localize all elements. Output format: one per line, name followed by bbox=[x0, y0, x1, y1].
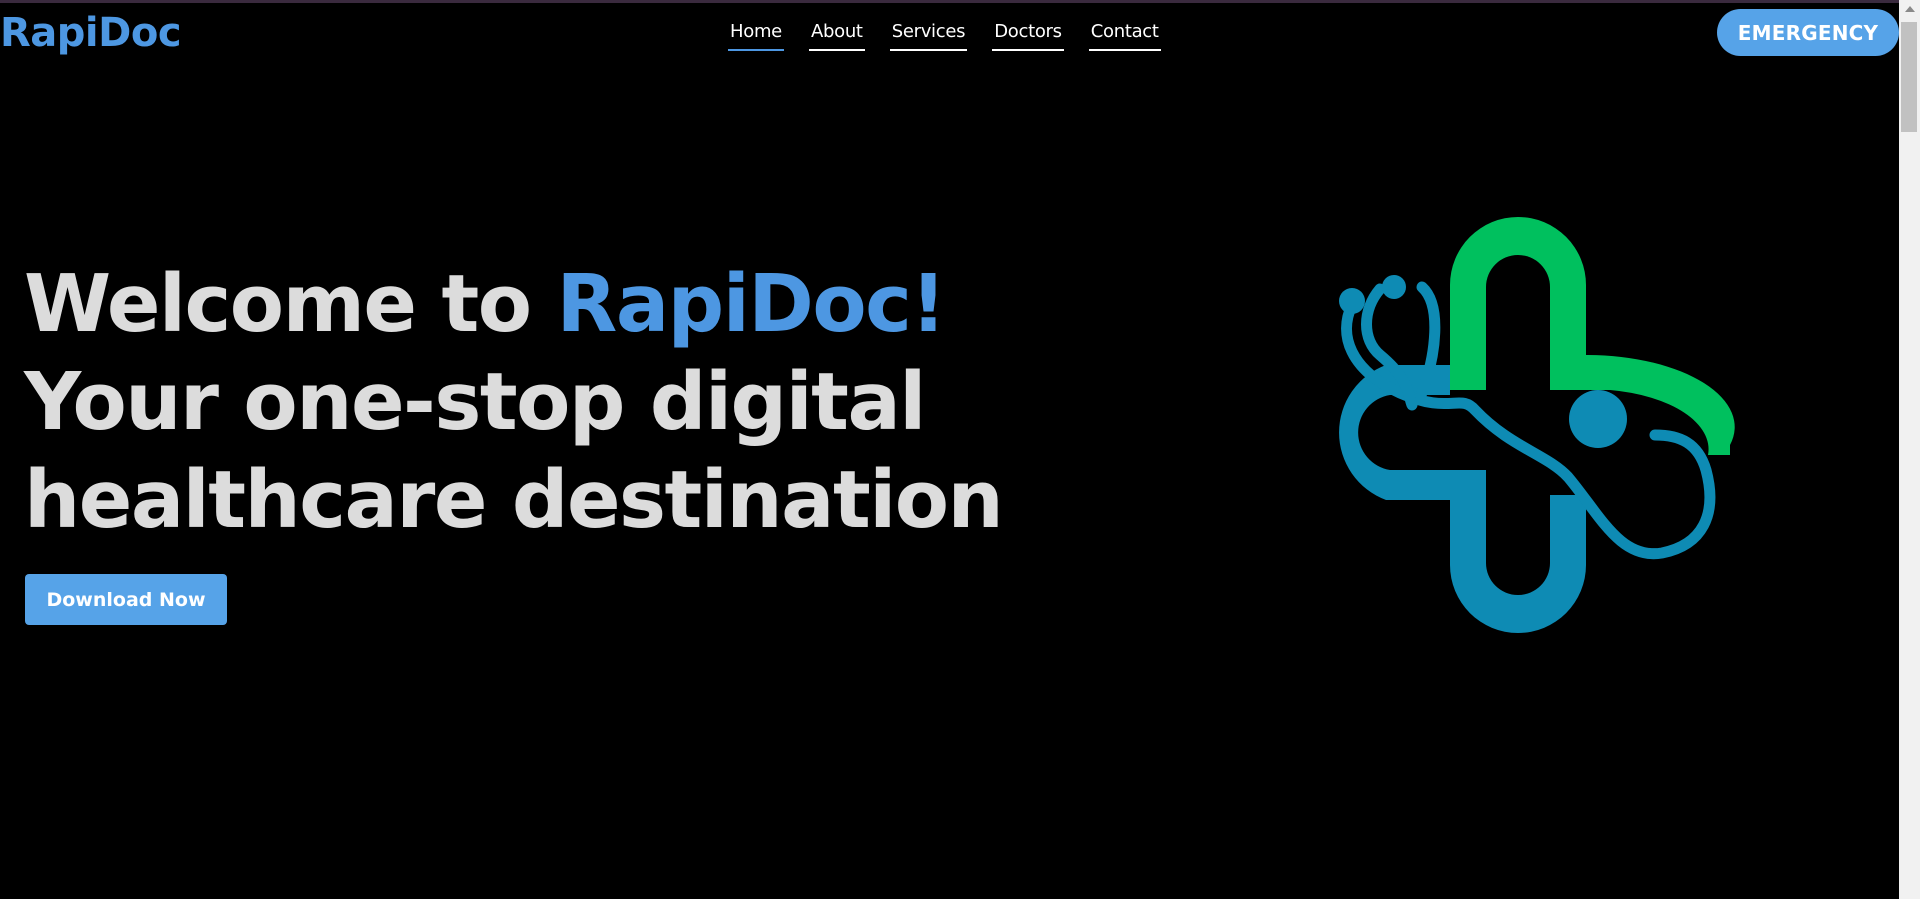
hero-line3: healthcare destination bbox=[24, 454, 1004, 546]
emergency-button[interactable]: EMERGENCY bbox=[1717, 9, 1899, 56]
nav-services[interactable]: Services bbox=[889, 18, 968, 51]
earpiece-left bbox=[1339, 288, 1365, 314]
medical-cross-stethoscope-icon bbox=[1339, 217, 1735, 633]
hero-brand-name: RapiDoc! bbox=[556, 258, 947, 350]
nav-home[interactable]: Home bbox=[728, 18, 784, 51]
window-top-strip bbox=[0, 0, 1920, 3]
nav-contact[interactable]: Contact bbox=[1088, 18, 1161, 51]
main-nav: Home About Services Doctors Contact bbox=[728, 18, 1186, 51]
hero-line2: Your one-stop digital bbox=[24, 356, 926, 448]
hero-heading: Welcome to RapiDoc! Your one-stop digital… bbox=[24, 255, 1004, 549]
site-logo[interactable]: RapiDoc bbox=[0, 9, 182, 57]
earpiece-right bbox=[1382, 275, 1406, 299]
scrollbar-thumb[interactable] bbox=[1901, 22, 1917, 132]
stethoscope-chestpiece bbox=[1569, 390, 1627, 448]
scroll-up-icon[interactable] bbox=[1905, 6, 1915, 12]
download-now-button[interactable]: Download Now bbox=[25, 574, 227, 625]
nav-about[interactable]: About bbox=[808, 18, 865, 51]
nav-doctors[interactable]: Doctors bbox=[992, 18, 1064, 51]
hero-line1-prefix: Welcome to bbox=[24, 258, 557, 350]
page-scrollbar[interactable] bbox=[1899, 0, 1920, 899]
